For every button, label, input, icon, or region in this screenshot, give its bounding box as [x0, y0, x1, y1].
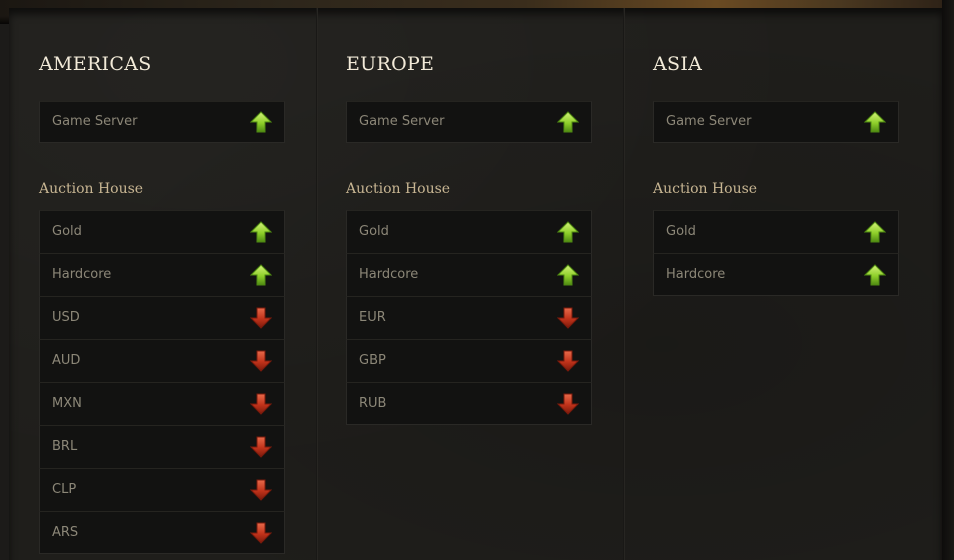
auction-house-row: Hardcore	[653, 253, 899, 296]
arrow-up-green-icon	[863, 221, 887, 243]
auction-house-label: AUD	[52, 353, 81, 368]
arrow-up-green-icon	[249, 111, 273, 133]
arrow-up-green-icon	[249, 264, 273, 286]
auction-house-row: Gold	[653, 210, 899, 253]
auction-house-row: RUB	[346, 382, 592, 425]
auction-house-label: MXN	[52, 396, 82, 411]
arrow-down-red-icon	[249, 307, 273, 329]
region-title: AMERICAS	[39, 53, 152, 75]
arrow-down-red-icon	[249, 393, 273, 415]
column-divider	[316, 8, 318, 560]
game-server-row: Game Server	[653, 101, 899, 143]
auction-house-label: EUR	[359, 310, 386, 325]
arrow-up-green-icon	[556, 221, 580, 243]
auction-house-list: Gold Hardcore USD AUD MXN BRL CLP ARS	[39, 210, 285, 554]
auction-house-label: Gold	[52, 224, 82, 239]
auction-house-row: USD	[39, 296, 285, 339]
arrow-up-green-icon	[249, 221, 273, 243]
auction-house-row: Gold	[39, 210, 285, 253]
arrow-down-red-icon	[556, 350, 580, 372]
auction-house-row: AUD	[39, 339, 285, 382]
auction-house-row: CLP	[39, 468, 285, 511]
panel-right-edge	[942, 0, 954, 560]
game-server-label: Game Server	[52, 114, 138, 129]
game-server-row: Game Server	[346, 101, 592, 143]
auction-house-label: Gold	[359, 224, 389, 239]
arrow-up-green-icon	[863, 111, 887, 133]
auction-house-heading: Auction House	[39, 181, 144, 197]
auction-house-label: USD	[52, 310, 80, 325]
auction-house-row: ARS	[39, 511, 285, 554]
arrow-down-red-icon	[249, 436, 273, 458]
auction-house-heading: Auction House	[653, 181, 758, 197]
region-title: ASIA	[653, 53, 703, 75]
auction-house-list: Gold Hardcore	[653, 210, 899, 296]
auction-house-label: BRL	[52, 439, 78, 454]
auction-house-label: CLP	[52, 482, 77, 497]
auction-house-list: Gold Hardcore EUR GBP RUB	[346, 210, 592, 425]
arrow-down-red-icon	[249, 522, 273, 544]
auction-house-row: Gold	[346, 210, 592, 253]
arrow-down-red-icon	[249, 350, 273, 372]
column-divider	[623, 8, 625, 560]
arrow-down-red-icon	[556, 307, 580, 329]
auction-house-label: GBP	[359, 353, 386, 368]
game-server-row: Game Server	[39, 101, 285, 143]
arrow-up-green-icon	[863, 264, 887, 286]
auction-house-heading: Auction House	[346, 181, 451, 197]
arrow-down-red-icon	[556, 393, 580, 415]
auction-house-label: Hardcore	[52, 267, 112, 282]
arrow-up-green-icon	[556, 111, 580, 133]
auction-house-label: Hardcore	[359, 267, 419, 282]
arrow-down-red-icon	[249, 479, 273, 501]
auction-house-row: GBP	[346, 339, 592, 382]
auction-house-row: Hardcore	[39, 253, 285, 296]
auction-house-row: Hardcore	[346, 253, 592, 296]
auction-house-label: ARS	[52, 525, 79, 540]
arrow-up-green-icon	[556, 264, 580, 286]
server-status-page: AMERICAS Game Server Auction House Gold H…	[0, 0, 954, 560]
region-title: EUROPE	[346, 53, 435, 75]
auction-house-row: BRL	[39, 425, 285, 468]
auction-house-label: Gold	[666, 224, 696, 239]
game-server-label: Game Server	[666, 114, 752, 129]
auction-house-label: RUB	[359, 396, 387, 411]
auction-house-row: EUR	[346, 296, 592, 339]
game-server-label: Game Server	[359, 114, 445, 129]
auction-house-label: Hardcore	[666, 267, 726, 282]
auction-house-row: MXN	[39, 382, 285, 425]
